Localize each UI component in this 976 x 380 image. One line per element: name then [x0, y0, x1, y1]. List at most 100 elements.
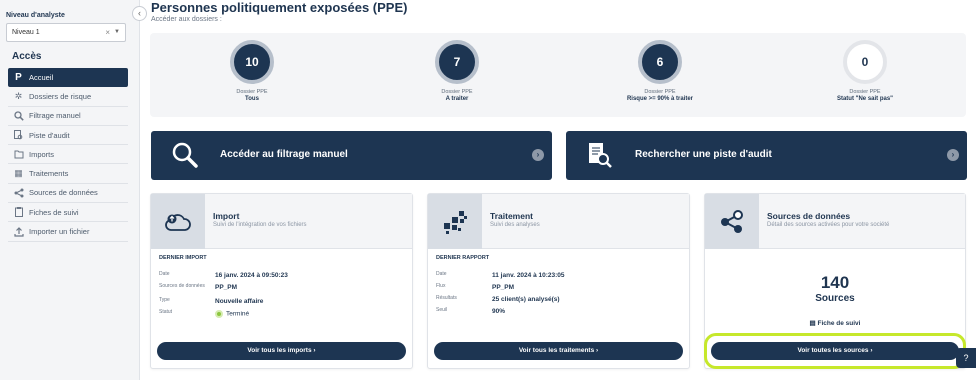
filtrage-manuel-label: Accéder au filtrage manuel — [220, 149, 348, 160]
stat-label: Dossier PPE — [849, 89, 881, 95]
sidebar-item-label: Importer un fichier — [29, 227, 90, 237]
pixel-grid-icon — [428, 194, 482, 249]
kv-key: Seuil — [436, 307, 448, 313]
chevron-down-icon[interactable]: ▼ — [114, 24, 120, 41]
kv-value: Nouvelle affaire — [215, 298, 264, 305]
sidebar-item-filtrage-manuel[interactable]: Filtrage manuel — [8, 107, 128, 126]
stat-sublabel: Tous — [245, 96, 259, 102]
stat-sublabel: A traiter — [445, 96, 469, 102]
kv-value: PP_PM — [215, 284, 238, 291]
chevron-right-icon: › — [532, 149, 544, 161]
fiche-de-suivi-link[interactable]: ▤ Fiche de suivi — [705, 319, 965, 327]
stats-panel: 10 Dossier PPE Tous 7 Dossier PPE A trai… — [150, 33, 966, 117]
kv-value: Terminé — [215, 310, 249, 318]
sidebar-nav: P Accueil ✲ Dossiers de risque Filtrage … — [8, 68, 128, 242]
card-header: Sources de données Détail des sources ac… — [705, 194, 965, 249]
sources-count-label: Sources — [815, 293, 855, 304]
app-root: Niveau d'analyste Niveau 1 × ▼ Accès P A… — [0, 0, 976, 380]
stat-ne-sait-pas[interactable]: 0 Dossier PPE Statut "Ne sait pas" — [805, 40, 925, 102]
voir-traitements-button[interactable]: Voir tous les traitements › — [434, 342, 683, 360]
clear-icon[interactable]: × — [105, 24, 110, 41]
card-description: Suivi de l'intégration de vos fichiers — [213, 222, 307, 228]
sidebar-item-piste-audit[interactable]: Piste d'audit — [8, 126, 128, 146]
stat-circle[interactable]: 0 — [843, 40, 887, 84]
kv-value: 16 janv. 2024 à 09:50:23 — [215, 272, 288, 279]
piste-audit-banner[interactable]: Rechercher une piste d'audit › — [566, 131, 967, 180]
kv-key: Sources de données — [159, 283, 205, 289]
stat-sublabel: Risque >= 90% à traiter — [626, 96, 694, 102]
sidebar-item-label: Filtrage manuel — [29, 111, 81, 121]
stat-sublabel: Statut "Ne sait pas" — [836, 96, 894, 102]
voir-imports-button[interactable]: Voir tous les imports › — [157, 342, 406, 360]
status-text: Terminé — [226, 310, 250, 318]
share-icon — [13, 187, 24, 198]
acces-title: Accès — [12, 51, 42, 62]
sidebar-item-sources-de-donnees[interactable]: Sources de données — [8, 184, 128, 204]
sidebar-item-label: Imports — [29, 149, 55, 159]
fiche-de-suivi-label: Fiche de suivi — [817, 320, 861, 327]
kv-key: Date — [436, 271, 447, 277]
chevron-right-icon: › — [947, 149, 959, 161]
sidebar-item-fiches-de-suivi[interactable]: Fiches de suivi — [8, 203, 128, 223]
sidebar-item-dossiers-de-risque[interactable]: ✲ Dossiers de risque — [8, 87, 128, 107]
sidebar-item-imports[interactable]: Imports — [8, 145, 128, 165]
card-title: Import — [213, 211, 240, 221]
dossiers-icon: ✲ — [14, 90, 23, 101]
sidebar-item-traitements[interactable]: ▦ Traitements — [8, 164, 128, 184]
card-description: Détail des sources activées pour votre s… — [767, 222, 890, 228]
stat-a-traiter[interactable]: 7 Dossier PPE A traiter — [397, 40, 517, 102]
search-icon — [171, 141, 199, 169]
stat-risque[interactable]: 6 Dossier PPE Risque >= 90% à traiter — [600, 40, 720, 102]
kv-value: 25 client(s) analysé(s) — [492, 296, 560, 303]
kv-value: 90% — [492, 308, 506, 315]
stat-circle[interactable]: 10 — [230, 40, 274, 84]
import-card: Import Suivi de l'intégration de vos fic… — [150, 193, 413, 369]
kv-key: Statut — [159, 309, 173, 315]
sidebar-item-label: Fiches de suivi — [29, 207, 79, 217]
search-icon — [13, 110, 24, 121]
sidebar-item-label: Accueil — [29, 73, 54, 83]
import-icon — [13, 149, 24, 160]
sidebar-item-importer-un-fichier[interactable]: Importer un fichier — [8, 222, 128, 242]
sidebar-item-label: Traitements — [29, 169, 69, 179]
kv-key: Date — [159, 271, 170, 277]
status-success-icon — [215, 310, 223, 318]
stat-circle[interactable]: 6 — [638, 40, 682, 84]
chat-icon[interactable]: ? — [956, 348, 976, 368]
kv-key: Résultats — [436, 295, 457, 301]
section-label: DERNIER IMPORT — [159, 255, 207, 261]
stat-circle[interactable]: 7 — [435, 40, 479, 84]
logo-p-icon: P — [15, 72, 22, 84]
page-subtitle: Accéder aux dossiers : — [151, 16, 222, 23]
page-title: Personnes politiquement exposées (PPE) — [151, 0, 408, 15]
voir-sources-button[interactable]: Voir toutes les sources › — [711, 342, 959, 360]
sidebar: Niveau d'analyste Niveau 1 × ▼ Accès P A… — [0, 0, 140, 380]
kv-key: Type — [159, 297, 170, 303]
stat-tous[interactable]: 10 Dossier PPE Tous — [192, 40, 312, 102]
kv-key: Flux — [436, 283, 446, 289]
section-label: DERNIER RAPPORT — [436, 255, 490, 261]
niveau-select[interactable]: Niveau 1 × ▼ — [6, 23, 126, 42]
card-title: Traitement — [490, 211, 533, 221]
share-icon — [705, 194, 759, 249]
sources-count: 140 — [820, 273, 850, 292]
filtrage-manuel-banner[interactable]: Accéder au filtrage manuel › — [151, 131, 552, 180]
upload-icon — [13, 226, 24, 237]
kv-value: 11 janv. 2024 à 10:23:05 — [492, 272, 565, 279]
sidebar-collapse-button[interactable]: ‹ — [132, 6, 147, 21]
sidebar-item-label: Piste d'audit — [29, 130, 70, 140]
niveau-value: Niveau 1 — [12, 29, 40, 36]
sources-card: Sources de données Détail des sources ac… — [704, 193, 966, 369]
niveau-label: Niveau d'analyste — [6, 12, 65, 19]
audit-search-icon — [586, 141, 614, 169]
piste-audit-label: Rechercher une piste d'audit — [635, 149, 772, 160]
kv-value: PP_PM — [492, 284, 515, 291]
traitement-card: Traitement Suivi des analyses DERNIER RA… — [427, 193, 690, 369]
sidebar-item-accueil[interactable]: P Accueil — [8, 68, 128, 88]
sidebar-item-label: Sources de données — [29, 188, 98, 198]
clipboard-icon — [13, 207, 24, 218]
stat-label: Dossier PPE — [236, 89, 268, 95]
audit-icon — [13, 130, 24, 141]
card-description: Suivi des analyses — [490, 222, 540, 228]
cloud-upload-icon — [151, 194, 205, 249]
